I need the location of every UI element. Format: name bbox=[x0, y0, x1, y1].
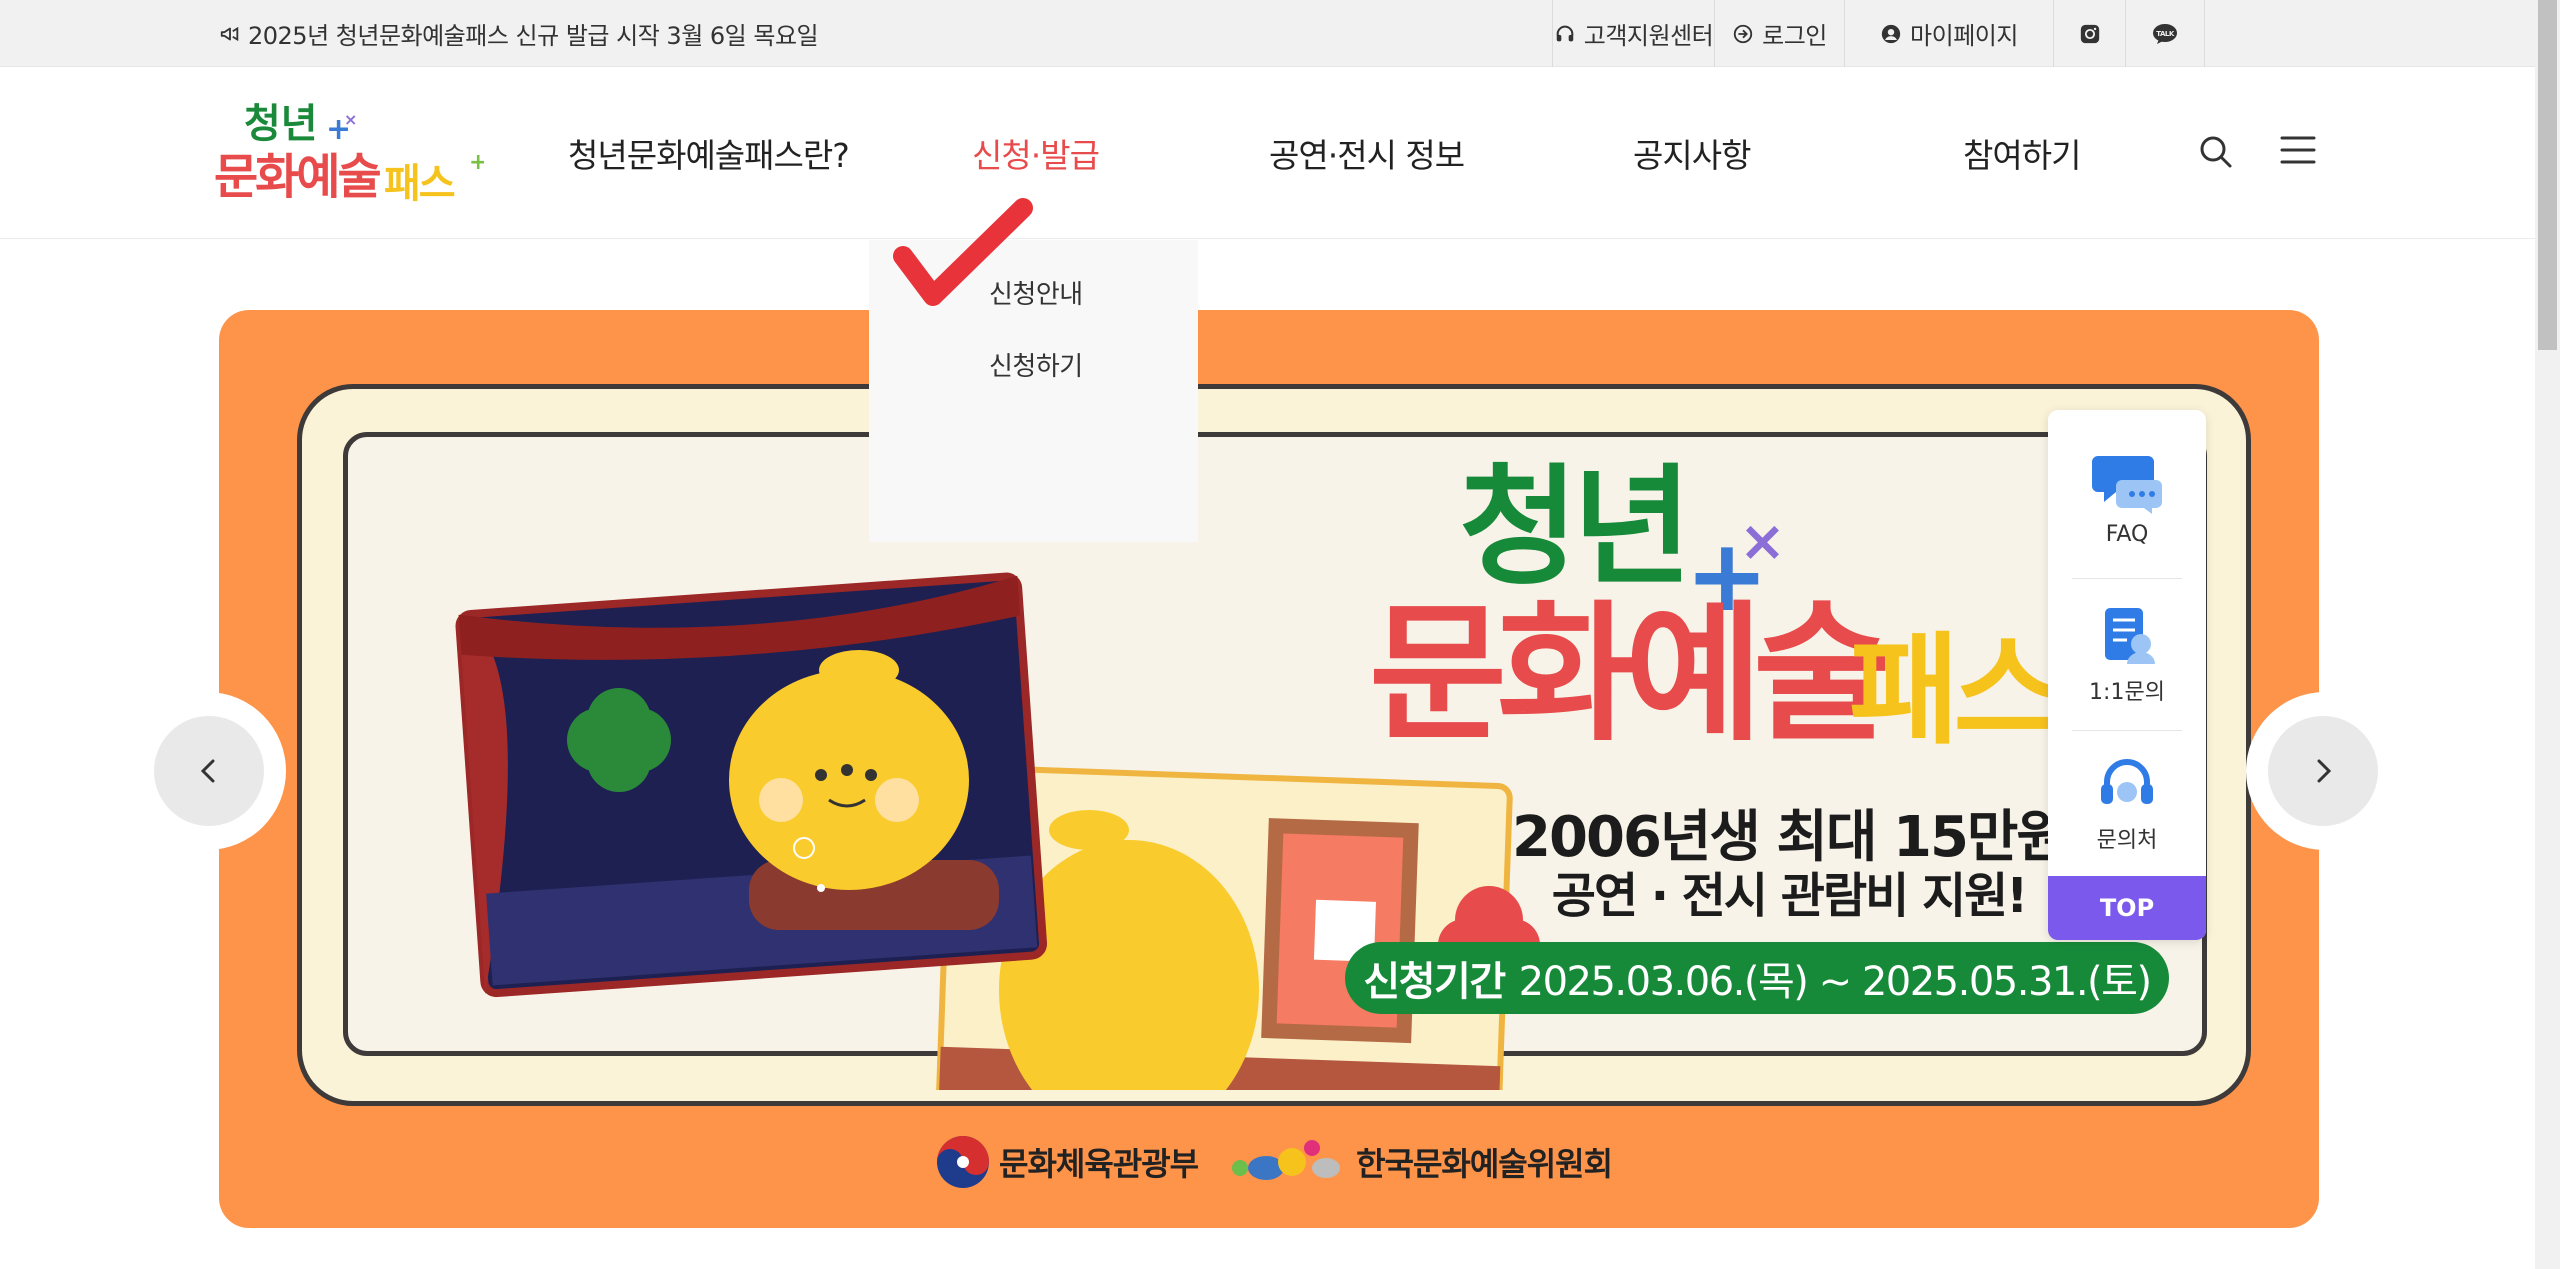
quick-faq[interactable]: FAQ bbox=[2048, 450, 2206, 547]
svg-text:문화예술: 문화예술 bbox=[214, 149, 380, 205]
quick-divider bbox=[2072, 730, 2182, 731]
quick-menu: FAQ 1:1문의 문의처 TOP bbox=[2048, 410, 2206, 940]
svg-text:×: × bbox=[1739, 509, 1786, 574]
nav-notice[interactable]: 공지사항 bbox=[1633, 67, 1751, 239]
nav-participate[interactable]: 참여하기 bbox=[1963, 67, 2081, 239]
mypage-label: 마이페이지 bbox=[1910, 22, 2018, 50]
user-circle-icon bbox=[1881, 24, 1901, 43]
quick-inquiry-label: 1:1문의 bbox=[2089, 680, 2165, 705]
page-scrollbar[interactable] bbox=[2535, 0, 2560, 1269]
scrollbar-thumb[interactable] bbox=[2538, 0, 2557, 350]
svg-text:청년: 청년 bbox=[244, 101, 318, 147]
svg-text:패스: 패스 bbox=[384, 161, 455, 207]
chat-bubble-icon bbox=[2092, 456, 2162, 514]
scroll-top-button[interactable]: TOP bbox=[2048, 876, 2206, 940]
support-center-link[interactable]: 고객지원센터 bbox=[1553, 0, 1715, 67]
svg-text:문화예술: 문화예술 bbox=[1369, 588, 1886, 760]
quick-divider bbox=[2072, 578, 2182, 579]
application-period-badge: 신청기간 2025.03.06.(목) ~ 2025.05.31.(토) bbox=[1345, 942, 2169, 1014]
svg-text:청년: 청년 bbox=[1459, 460, 1686, 603]
period-value: 2025.03.06.(목) ~ 2025.05.31.(토) bbox=[1518, 959, 2152, 1005]
hero-banner[interactable]: 청년 + × 문화예술 패스 2006년생 최대 15만원 공연 · 전시 관람… bbox=[219, 310, 2319, 1228]
notice-text: 2025년 청년문화예술패스 신규 발급 시작 3월 6일 목요일 bbox=[248, 22, 819, 50]
kakaotalk-icon: TALK bbox=[2153, 23, 2177, 44]
utility-links: 고객지원센터 로그인 마이페이지 TALK bbox=[1552, 0, 2205, 67]
megaphone-icon bbox=[218, 22, 242, 46]
quick-inquiry[interactable]: 1:1문의 bbox=[2048, 606, 2206, 706]
notice-banner[interactable]: 2025년 청년문화예술패스 신규 발급 시작 3월 6일 목요일 bbox=[218, 0, 819, 67]
login-icon bbox=[1733, 24, 1753, 43]
svg-text:TALK: TALK bbox=[2156, 30, 2175, 38]
site-header: 청년 + × 문화예술 패스 + 청년문화예술패스란? 신청·발급 공연·전시 … bbox=[0, 67, 2535, 239]
ministry-emblem-icon bbox=[937, 1136, 989, 1188]
mypage-link[interactable]: 마이페이지 bbox=[1845, 0, 2054, 67]
svg-text:×: × bbox=[344, 110, 357, 129]
svg-text:+: + bbox=[469, 150, 484, 175]
instagram-icon bbox=[2080, 24, 2099, 43]
headset-icon bbox=[1556, 25, 1574, 41]
search-icon[interactable] bbox=[2196, 132, 2236, 172]
arts-council-name: 한국문화예술위원회 bbox=[1356, 1145, 1613, 1183]
nav-events[interactable]: 공연·전시 정보 bbox=[1269, 67, 1465, 239]
site-logo[interactable]: 청년 + × 문화예술 패스 + bbox=[214, 97, 484, 207]
login-label: 로그인 bbox=[1762, 22, 1827, 50]
chevron-right-icon bbox=[2317, 759, 2332, 783]
headset-icon bbox=[2101, 759, 2153, 804]
support-center-label: 고객지원센터 bbox=[1583, 22, 1714, 50]
login-link[interactable]: 로그인 bbox=[1715, 0, 1845, 67]
period-label: 신청기간 bbox=[1363, 959, 1506, 1005]
quick-contact-label: 문의처 bbox=[2096, 828, 2158, 853]
arts-council-logo bbox=[1232, 1140, 1341, 1180]
submenu-apply-now[interactable]: 신청하기 bbox=[989, 346, 1083, 383]
red-checkmark-annotation bbox=[893, 198, 1033, 306]
slider-prev-button[interactable] bbox=[154, 716, 264, 826]
document-icon bbox=[2105, 608, 2155, 664]
organizer-logos: 문화체육관광부 한국문화예술위원회 bbox=[935, 1132, 1613, 1192]
instagram-link[interactable] bbox=[2054, 0, 2126, 67]
banner-subhead-support: 공연 · 전시 관람비 지원! bbox=[1551, 868, 2028, 924]
svg-text:패스: 패스 bbox=[1849, 622, 2060, 760]
chevron-left-icon bbox=[200, 759, 215, 783]
ministry-name: 문화체육관광부 bbox=[999, 1145, 1199, 1183]
slider-next-button[interactable] bbox=[2268, 716, 2378, 826]
quick-faq-label: FAQ bbox=[2105, 522, 2149, 547]
quick-contact[interactable]: 문의처 bbox=[2048, 756, 2206, 854]
top-utility-bar: 2025년 청년문화예술패스 신규 발급 시작 3월 6일 목요일 고객지원센터… bbox=[0, 0, 2535, 67]
nav-about[interactable]: 청년문화예술패스란? bbox=[568, 67, 850, 239]
kakaotalk-link[interactable]: TALK bbox=[2126, 0, 2205, 67]
hamburger-menu-icon[interactable] bbox=[2278, 130, 2318, 170]
